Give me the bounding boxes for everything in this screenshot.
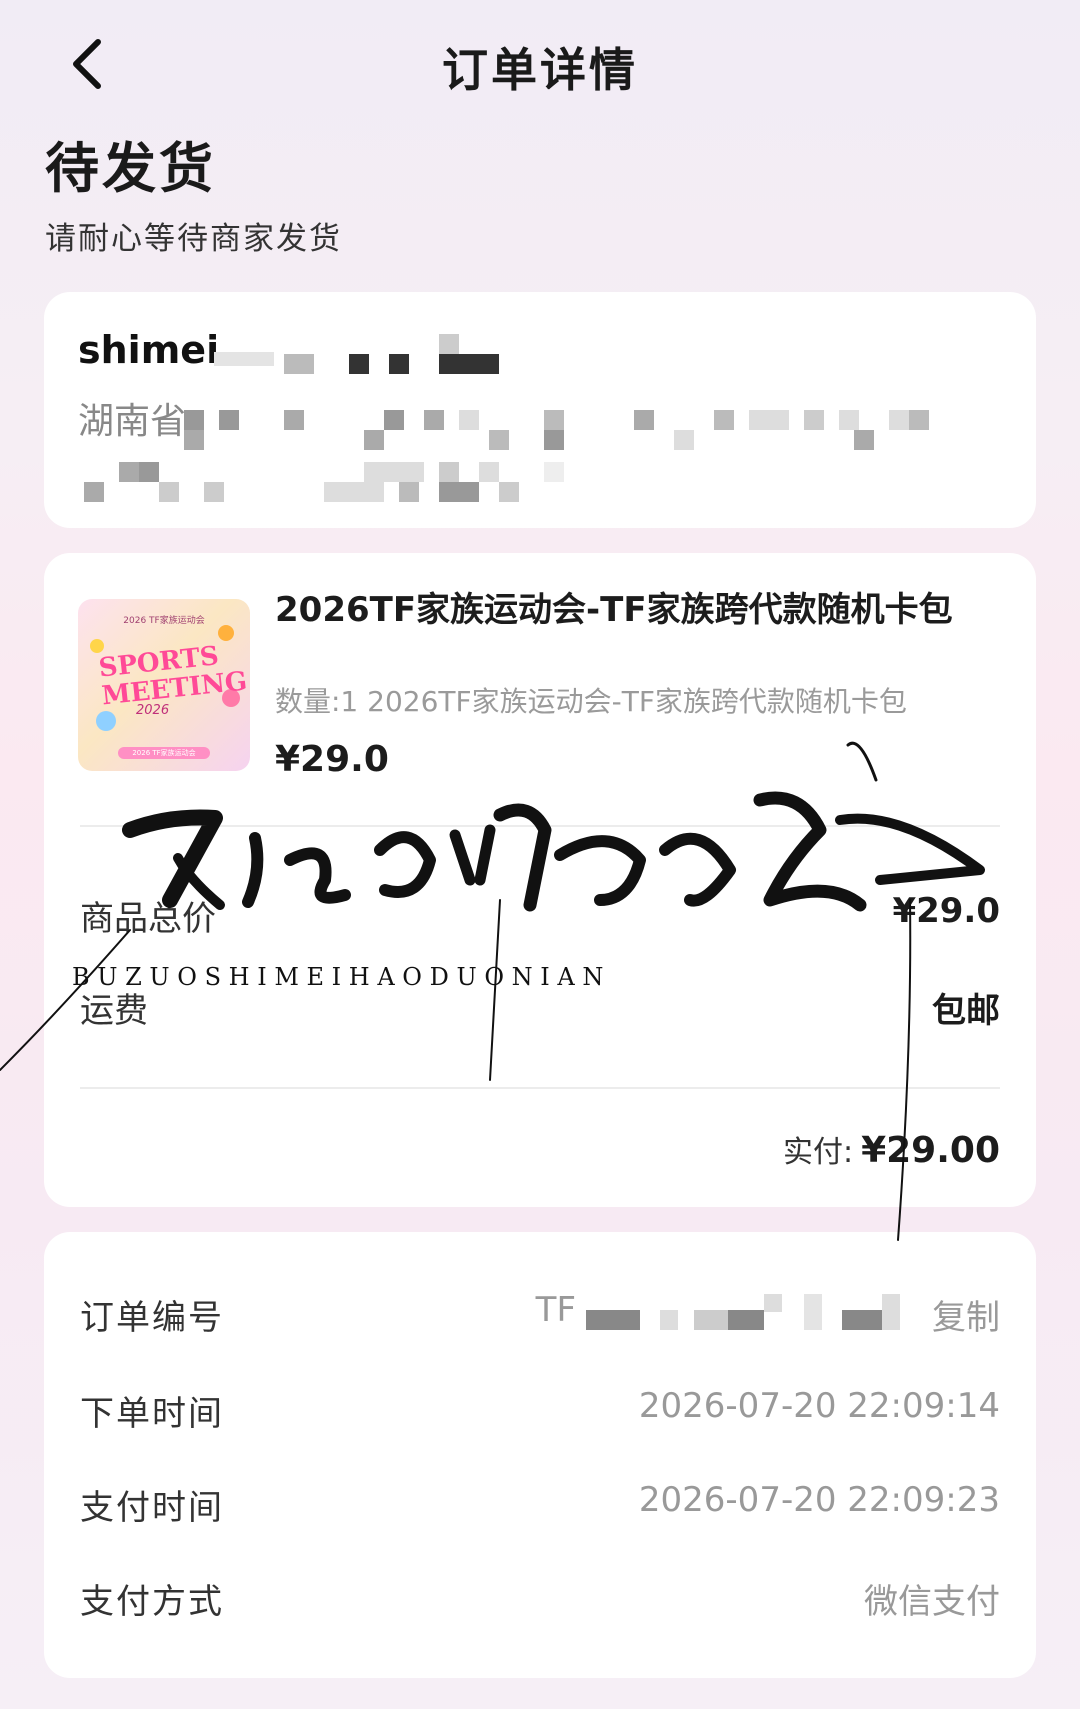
recipient-name: shimei — [78, 328, 220, 372]
address-card[interactable]: shimei 湖南省 — [44, 292, 1036, 528]
product-title[interactable]: 2026TF家族运动会-TF家族跨代款随机卡包 — [275, 587, 955, 633]
pay-method-label: 支付方式 — [80, 1582, 224, 1622]
image-year-text: 2026 — [136, 703, 170, 718]
order-time-label: 下单时间 — [80, 1394, 224, 1434]
product-description: 数量:1 2026TF家族运动会-TF家族跨代款随机卡包 — [275, 685, 907, 718]
order-number-label: 订单编号 — [80, 1298, 224, 1338]
address-line: 湖南省 — [78, 401, 187, 442]
subtotal-label: 商品总价 — [80, 899, 216, 939]
pay-time-value: 2026-07-20 22:09:23 — [638, 1480, 1000, 1520]
shipping-value: 包邮 — [932, 991, 1000, 1031]
order-status-title: 待发货 — [45, 137, 216, 200]
page-title: 订单详情 — [442, 43, 638, 97]
order-time-value: 2026-07-20 22:09:14 — [638, 1386, 1000, 1426]
product-card: 2026 TF家族运动会 SPORTS MEETING 2026 2026 TF… — [44, 553, 1036, 1207]
copy-order-number-button[interactable]: 复制 — [932, 1290, 1000, 1339]
image-footer-text: 2026 TF家族运动会 — [118, 747, 210, 759]
top-bar: 订单详情 — [0, 0, 1080, 140]
paid-amount: ¥29.00 — [861, 1130, 1000, 1171]
pay-method-value: 微信支付 — [864, 1582, 1000, 1622]
order-number-prefix: TF — [535, 1290, 576, 1330]
subtotal-value: ¥29.0 — [892, 891, 1000, 931]
product-price: ¥29.0 — [275, 739, 389, 780]
product-image[interactable]: 2026 TF家族运动会 SPORTS MEETING 2026 2026 TF… — [78, 599, 250, 771]
order-status-subtitle: 请耐心等待商家发货 — [45, 221, 342, 257]
divider — [80, 825, 1000, 827]
order-info-card: 订单编号 TF 复制 下单时间 2026-07-20 22:09:14 支付时间… — [44, 1232, 1036, 1678]
shipping-label: 运费 — [80, 991, 148, 1031]
paid-label: 实付: — [782, 1135, 854, 1170]
pay-time-label: 支付时间 — [80, 1488, 224, 1528]
paid-total: 实付: ¥29.00 — [783, 1127, 1000, 1171]
divider — [80, 1087, 1000, 1089]
